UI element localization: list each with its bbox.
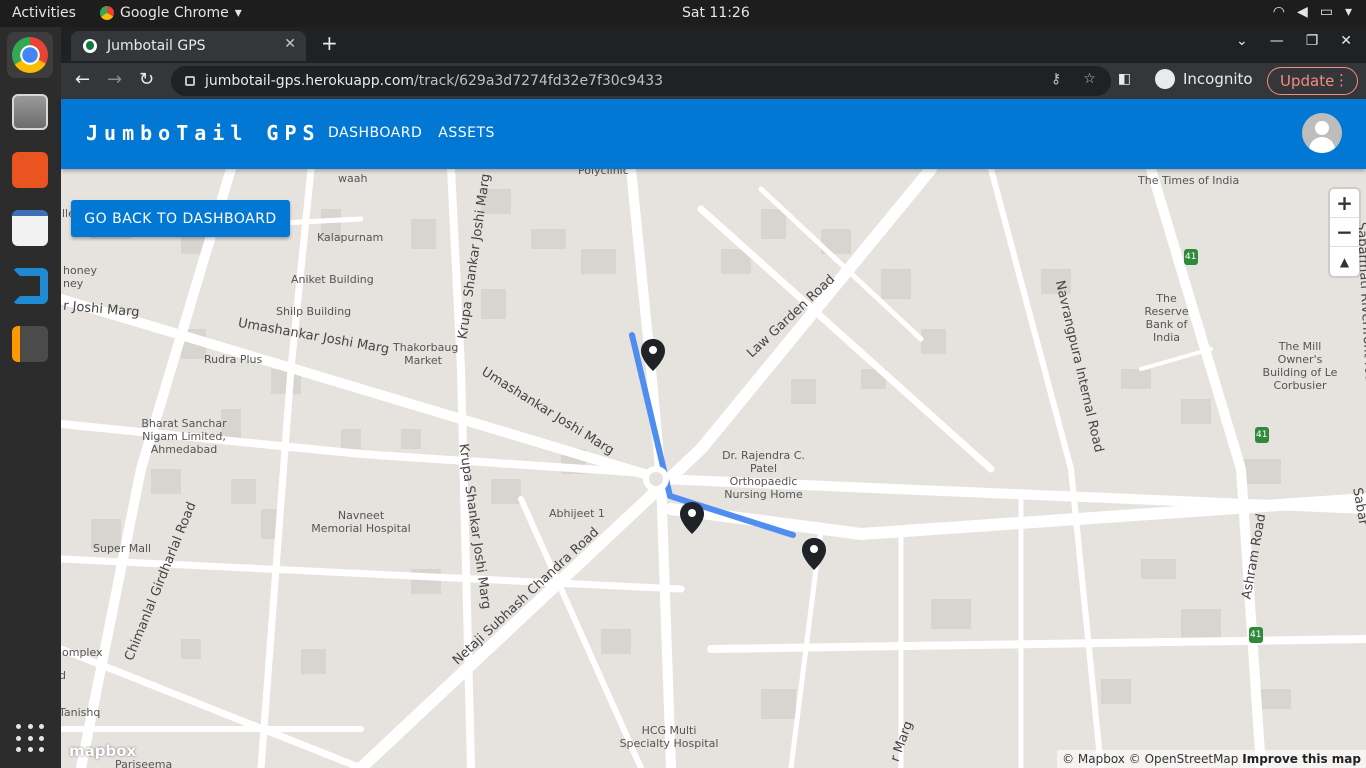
browser-tab[interactable]: Jumbotail GPS ✕ <box>71 31 306 61</box>
incognito-icon <box>1155 69 1175 89</box>
tab-title: Jumbotail GPS <box>107 38 206 54</box>
maximize-icon[interactable]: ❐ <box>1306 33 1319 49</box>
chrome-icon <box>100 6 114 20</box>
map-label: Aniket Building <box>291 273 374 286</box>
wifi-icon: ◠ <box>1272 4 1285 20</box>
dock-sublime[interactable] <box>7 321 53 367</box>
clock[interactable]: Sat 11:26 <box>682 5 750 21</box>
dock-text-editor[interactable] <box>7 205 53 251</box>
map-label: Shilp Building <box>276 305 352 318</box>
zoom-out-button[interactable]: − <box>1330 218 1359 247</box>
compass-button[interactable]: ▲ <box>1330 247 1359 276</box>
map-label: Navneet Memorial Hospital <box>311 509 411 535</box>
app-menu-label: Google Chrome <box>120 5 229 21</box>
url-path: /track/629a3d7274fd32e7f30c9433 <box>414 73 664 89</box>
new-tab-button[interactable]: + <box>321 31 338 55</box>
highway-shield: 41 <box>1250 630 1262 640</box>
chevron-down-icon: ▾ <box>1344 4 1352 20</box>
nav-assets[interactable]: ASSETS <box>438 125 495 141</box>
files-icon <box>12 94 48 130</box>
improve-map-link[interactable]: Improve this map <box>1242 752 1361 766</box>
map-label: Rudra Plus <box>204 353 263 366</box>
dock <box>0 27 61 768</box>
vscode-icon <box>12 268 48 304</box>
highway-shield: 41 <box>1256 430 1268 440</box>
map-label: Thakorbaug Market <box>393 341 459 367</box>
zoom-in-button[interactable]: + <box>1330 189 1359 218</box>
map-label: Polyclinic <box>578 169 629 177</box>
browser-toolbar: ← → ↻ jumbotail-gps.herokuapp.com /track… <box>61 63 1366 99</box>
map-label: d <box>61 669 66 682</box>
map-label: honey <box>63 264 97 277</box>
close-window-icon[interactable]: ✕ <box>1340 33 1352 49</box>
map-label: Bharat Sanchar Nigam Limited, Ahmedabad <box>141 417 227 456</box>
map-label: waah <box>338 172 368 185</box>
dock-chrome[interactable] <box>7 32 53 78</box>
show-applications-icon[interactable] <box>16 724 46 754</box>
omnibox-actions: ⚷ ☆ ◧ <box>1051 71 1131 87</box>
highway-shield: 41 <box>1185 252 1197 262</box>
address-bar[interactable]: jumbotail-gps.herokuapp.com /track/629a3… <box>171 66 1111 96</box>
mapbox-logo[interactable]: mapbox <box>69 742 136 760</box>
text-editor-icon <box>12 210 48 246</box>
forward-arrow-icon[interactable]: → <box>107 69 122 90</box>
key-icon[interactable]: ⚷ <box>1051 71 1061 87</box>
brand-logo[interactable]: JumboTail GPS <box>86 121 321 145</box>
map-label: The Mill Owner's Building of Le Corbusie… <box>1262 340 1338 392</box>
activities-button[interactable]: Activities <box>12 5 76 21</box>
map-label: Kalapurnam <box>317 231 384 244</box>
attribution-mapbox[interactable]: © Mapbox <box>1062 752 1125 766</box>
update-button[interactable]: Update ⋮ <box>1267 67 1358 95</box>
dock-vscode[interactable] <box>7 263 53 309</box>
incognito-indicator[interactable]: Incognito <box>1155 69 1253 89</box>
more-vert-icon: ⋮ <box>1334 71 1349 89</box>
main-nav: DASHBOARD ASSETS <box>328 125 495 141</box>
map-label: ney <box>63 277 84 290</box>
software-store-icon <box>12 152 48 188</box>
map-label: Abhijeet 1 <box>549 507 605 520</box>
star-icon[interactable]: ☆ <box>1083 71 1096 87</box>
sublime-icon <box>12 326 48 362</box>
system-tray[interactable]: ◠ ◀ ▭ ▾ <box>1273 4 1352 20</box>
favicon-icon <box>83 39 97 53</box>
app-menu[interactable]: Google Chrome ▾ <box>100 5 242 21</box>
map-label: Super Mall <box>93 542 152 555</box>
map-label: The Times of India <box>1138 174 1240 187</box>
chevron-down-icon[interactable]: ⌄ <box>1236 33 1248 49</box>
map-label: The Reserve Bank of India <box>1144 292 1189 344</box>
zoom-control: + − ▲ <box>1330 189 1359 276</box>
side-panel-icon[interactable]: ◧ <box>1118 71 1131 87</box>
minimize-icon[interactable]: — <box>1270 33 1284 49</box>
go-back-to-dashboard-button[interactable]: GO BACK TO DASHBOARD <box>71 200 290 237</box>
map-label: HCG Multi Specialty Hospital <box>619 724 719 750</box>
chrome-icon <box>12 37 48 73</box>
volume-icon: ◀ <box>1296 4 1308 20</box>
map-label: Dr. Rajendra C. Patel Orthopaedic Nursin… <box>722 449 805 501</box>
nav-dashboard[interactable]: DASHBOARD <box>328 125 422 141</box>
app-header: JumboTail GPS DASHBOARD ASSETS <box>61 99 1366 169</box>
browser-chrome: Jumbotail GPS ✕ + ⌄ — ❐ ✕ ← → ↻ jumbotai… <box>61 27 1366 99</box>
battery-icon: ▭ <box>1319 4 1333 20</box>
reload-icon[interactable]: ↻ <box>139 69 154 90</box>
chevron-down-icon: ▾ <box>234 5 242 21</box>
map-canvas[interactable]: waah Polyclinic Kalapurnam Aniket Buildi… <box>61 169 1366 768</box>
incognito-label: Incognito <box>1183 70 1253 88</box>
system-top-bar: Activities Google Chrome ▾ Sat 11:26 ◠ ◀… <box>0 0 1366 27</box>
url-host: jumbotail-gps.herokuapp.com <box>205 73 415 89</box>
dock-files[interactable] <box>7 89 53 135</box>
map-label: omplex <box>62 646 103 659</box>
back-arrow-icon[interactable]: ← <box>75 69 90 90</box>
map-label: Tanishq <box>61 706 101 719</box>
lock-icon <box>185 76 195 86</box>
map-base <box>61 169 1366 768</box>
map-attribution: © Mapbox © OpenStreetMap Improve this ma… <box>1057 750 1366 768</box>
dock-software[interactable] <box>7 147 53 193</box>
close-icon[interactable]: ✕ <box>284 36 296 52</box>
attribution-osm[interactable]: © OpenStreetMap <box>1129 752 1239 766</box>
user-avatar[interactable] <box>1302 113 1342 153</box>
update-label: Update <box>1280 72 1335 90</box>
window-controls: ⌄ — ❐ ✕ <box>1236 33 1352 49</box>
